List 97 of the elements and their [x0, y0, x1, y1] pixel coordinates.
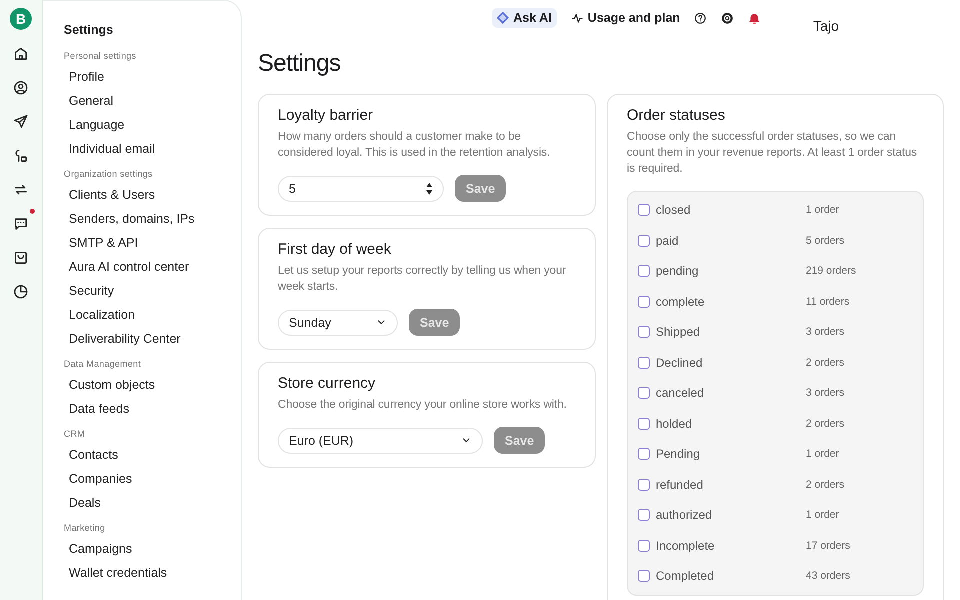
ask-ai-button[interactable]: Ask AI [492, 8, 557, 28]
card-description: Choose the original currency your online store works with. [278, 398, 568, 413]
spinner-arrows-icon[interactable] [426, 182, 433, 196]
pulse-icon [570, 12, 584, 24]
card-description: Choose only the successful order statuses, so we can count them in your revenue reports. At least 1 order status is required. [627, 130, 918, 177]
status-name: Declined [656, 356, 704, 370]
sidebar-item[interactable]: Aura AI control center [64, 255, 241, 279]
sidebar-item[interactable]: Data feeds [64, 397, 241, 421]
select-field[interactable]: Sunday [278, 310, 398, 336]
pie-chart-icon [13, 284, 29, 300]
rail-button[interactable] [13, 80, 29, 96]
logo-icon[interactable]: B [10, 8, 32, 30]
user-circle-icon [13, 80, 29, 96]
section-label: Personal settings [64, 51, 138, 61]
sidebar-item[interactable]: Wallet credentials [64, 561, 241, 585]
status-name: paid [656, 234, 680, 248]
chat-icon [13, 216, 29, 232]
order-count: 11 orders [806, 296, 850, 308]
sidebar-item[interactable]: Companies [64, 467, 241, 491]
rail-button[interactable] [13, 114, 29, 130]
order-count: 1 order [806, 204, 840, 216]
checkbox[interactable] [638, 509, 650, 522]
checkbox[interactable] [638, 356, 650, 369]
status-name: Incomplete [656, 538, 716, 553]
section-label: Organization settings [64, 169, 154, 179]
checkbox[interactable] [638, 418, 650, 430]
sidebar-item[interactable]: Contacts [64, 443, 241, 467]
checkbox[interactable] [638, 478, 650, 491]
status-name: authorized [656, 508, 714, 522]
section-label: Marketing [64, 523, 106, 533]
status-name: Completed [656, 569, 716, 584]
rail-button[interactable] [13, 148, 29, 164]
status-name: complete [656, 294, 706, 309]
card-description: How many orders should a customer make to be considered loyal. This is used in the retention analysis. [278, 130, 552, 161]
order-count: 219 orders [806, 265, 856, 278]
number-field[interactable]: 5 [278, 176, 444, 202]
order-count: 2 orders [806, 478, 845, 491]
order-count: 1 order [806, 448, 840, 460]
order-count: 3 orders [806, 387, 845, 400]
sidebar-item[interactable]: SMTP & API [64, 231, 241, 255]
order-count: 2 orders [806, 356, 845, 369]
card-title: Store currency [278, 375, 377, 392]
user-name: Tajo [813, 18, 839, 34]
status-name: refunded [656, 478, 704, 492]
order-count: 43 orders [806, 570, 850, 582]
sidebar-item[interactable]: Localization [64, 303, 241, 327]
home-icon [13, 46, 29, 62]
card-title: First day of week [278, 241, 392, 258]
sidebar-title: Settings [64, 23, 114, 37]
section-label: CRM [64, 429, 86, 439]
flow-icon [13, 148, 29, 164]
select-field[interactable]: Euro (EUR) [278, 428, 483, 454]
sidebar-item[interactable]: Clients & Users [64, 183, 241, 207]
checkbox[interactable] [638, 326, 650, 338]
page-title: Settings [258, 50, 342, 78]
order-count: 3 orders [806, 326, 845, 338]
bell-icon [748, 12, 762, 25]
card-description: Let us setup your reports correctly by telling us when your week starts. [278, 264, 568, 295]
help-icon [694, 12, 708, 25]
checkbox[interactable] [638, 540, 650, 552]
checkbox[interactable] [638, 296, 650, 308]
checkbox[interactable] [638, 265, 650, 278]
sidebar-item[interactable]: General [64, 89, 241, 113]
sidebar-item[interactable]: Deals [64, 491, 241, 515]
usage-button[interactable]: Usage and plan [570, 8, 680, 28]
sidebar-item[interactable]: Deliverability Center [64, 327, 241, 351]
status-name: canceled [656, 386, 706, 400]
sidebar-item[interactable]: Custom objects [64, 373, 241, 397]
status-name: closed [656, 203, 692, 218]
sidebar-item[interactable]: Senders, domains, IPs [64, 207, 241, 231]
status-name: Shipped [656, 325, 702, 340]
order-count: 1 order [806, 509, 840, 522]
checkbox[interactable] [638, 204, 650, 216]
checkbox[interactable] [638, 448, 650, 460]
sidebar-item[interactable]: Campaigns [64, 537, 241, 561]
bag-icon [13, 250, 29, 266]
rail-button[interactable] [13, 250, 29, 266]
status-name: holded [656, 416, 694, 431]
order-count: 17 orders [806, 540, 850, 552]
rail-button[interactable] [13, 46, 29, 62]
checkbox[interactable] [638, 387, 650, 400]
sidebar-item[interactable]: Profile [64, 65, 241, 89]
sidebar-item[interactable]: Individual email [64, 137, 241, 161]
status-name: Pending [656, 447, 702, 462]
sidebar-item[interactable]: Security [64, 279, 241, 303]
status-name: pending [656, 264, 700, 278]
card-title: Loyalty barrier [278, 107, 374, 124]
diamond-icon [497, 12, 510, 24]
checkbox[interactable] [638, 570, 650, 582]
sidebar-item[interactable]: Language [64, 113, 241, 137]
section-label: Data Management [64, 359, 142, 369]
send-icon [13, 114, 29, 130]
checkbox[interactable] [638, 234, 650, 247]
rail-button[interactable] [13, 284, 29, 300]
card-title: Order statuses [627, 107, 726, 124]
order-count: 5 orders [806, 234, 845, 247]
order-count: 2 orders [806, 418, 845, 430]
